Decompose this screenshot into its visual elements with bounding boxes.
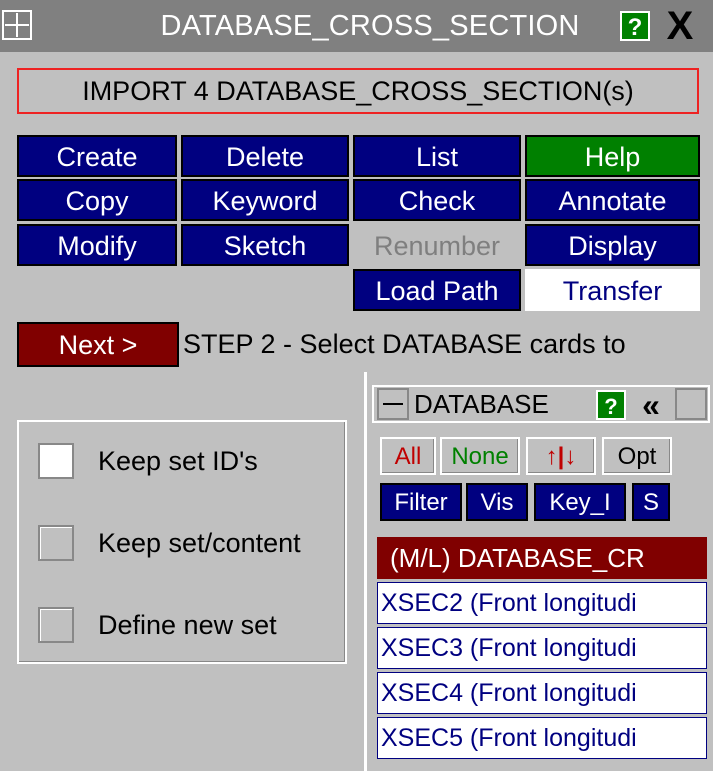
select-all-button[interactable]: All — [380, 437, 436, 475]
list-item[interactable]: XSEC4 (Front longitudi — [377, 672, 707, 714]
define-new-set-checkbox[interactable] — [38, 607, 74, 643]
database-panel-title: DATABASE — [414, 389, 549, 419]
pin-icon[interactable] — [2, 10, 32, 40]
keep-set-ids-label: Keep set ID's — [98, 446, 258, 476]
keep-set-content-checkbox[interactable] — [38, 525, 74, 561]
maximize-icon[interactable] — [675, 388, 707, 420]
display-button[interactable]: Display — [525, 224, 700, 266]
s-button[interactable]: S — [632, 483, 670, 521]
window-title: DATABASE_CROSS_SECTION — [160, 10, 580, 42]
select-none-button[interactable]: None — [440, 437, 520, 475]
help-button[interactable]: ? — [620, 11, 650, 41]
list-header-row[interactable]: (M/L) DATABASE_CR — [377, 537, 707, 579]
options-button[interactable]: Opt — [602, 437, 672, 475]
modify-button[interactable]: Modify — [17, 224, 177, 266]
keep-set-ids-checkbox[interactable] — [38, 443, 74, 479]
list-item[interactable]: XSEC2 (Front longitudi — [377, 582, 707, 624]
delete-button[interactable]: Delete — [181, 135, 349, 177]
sort-toggle-button[interactable]: ↑|↓ — [526, 437, 596, 475]
import-banner: IMPORT 4 DATABASE_CROSS_SECTION(s) — [17, 68, 699, 114]
list-button[interactable]: List — [353, 135, 521, 177]
database-help-button[interactable]: ? — [596, 390, 626, 420]
close-icon[interactable]: X — [655, 6, 705, 46]
vis-button[interactable]: Vis — [466, 483, 528, 521]
renumber-button: Renumber — [353, 224, 521, 266]
keep-set-content-label: Keep set/content — [98, 528, 301, 558]
sketch-button[interactable]: Sketch — [181, 224, 349, 266]
keyword-button[interactable]: Keyword — [181, 179, 349, 221]
list-item[interactable]: XSEC3 (Front longitudi — [377, 627, 707, 669]
key-i-button[interactable]: Key_I — [534, 483, 626, 521]
help-main-button[interactable]: Help — [525, 135, 700, 177]
annotate-button[interactable]: Annotate — [525, 179, 700, 221]
collapse-icon[interactable]: « — [631, 388, 671, 422]
step-instruction: STEP 2 - Select DATABASE cards to — [183, 329, 626, 359]
filter-button[interactable]: Filter — [380, 483, 462, 521]
list-item[interactable]: XSEC5 (Front longitudi — [377, 717, 707, 759]
load-path-button[interactable]: Load Path — [353, 269, 521, 311]
check-button[interactable]: Check — [353, 179, 521, 221]
copy-button[interactable]: Copy — [17, 179, 177, 221]
transfer-button[interactable]: Transfer — [525, 269, 700, 311]
define-new-set-label: Define new set — [98, 610, 277, 640]
next-button[interactable]: Next > — [17, 322, 179, 367]
create-button[interactable]: Create — [17, 135, 177, 177]
minimize-icon[interactable] — [377, 388, 409, 420]
